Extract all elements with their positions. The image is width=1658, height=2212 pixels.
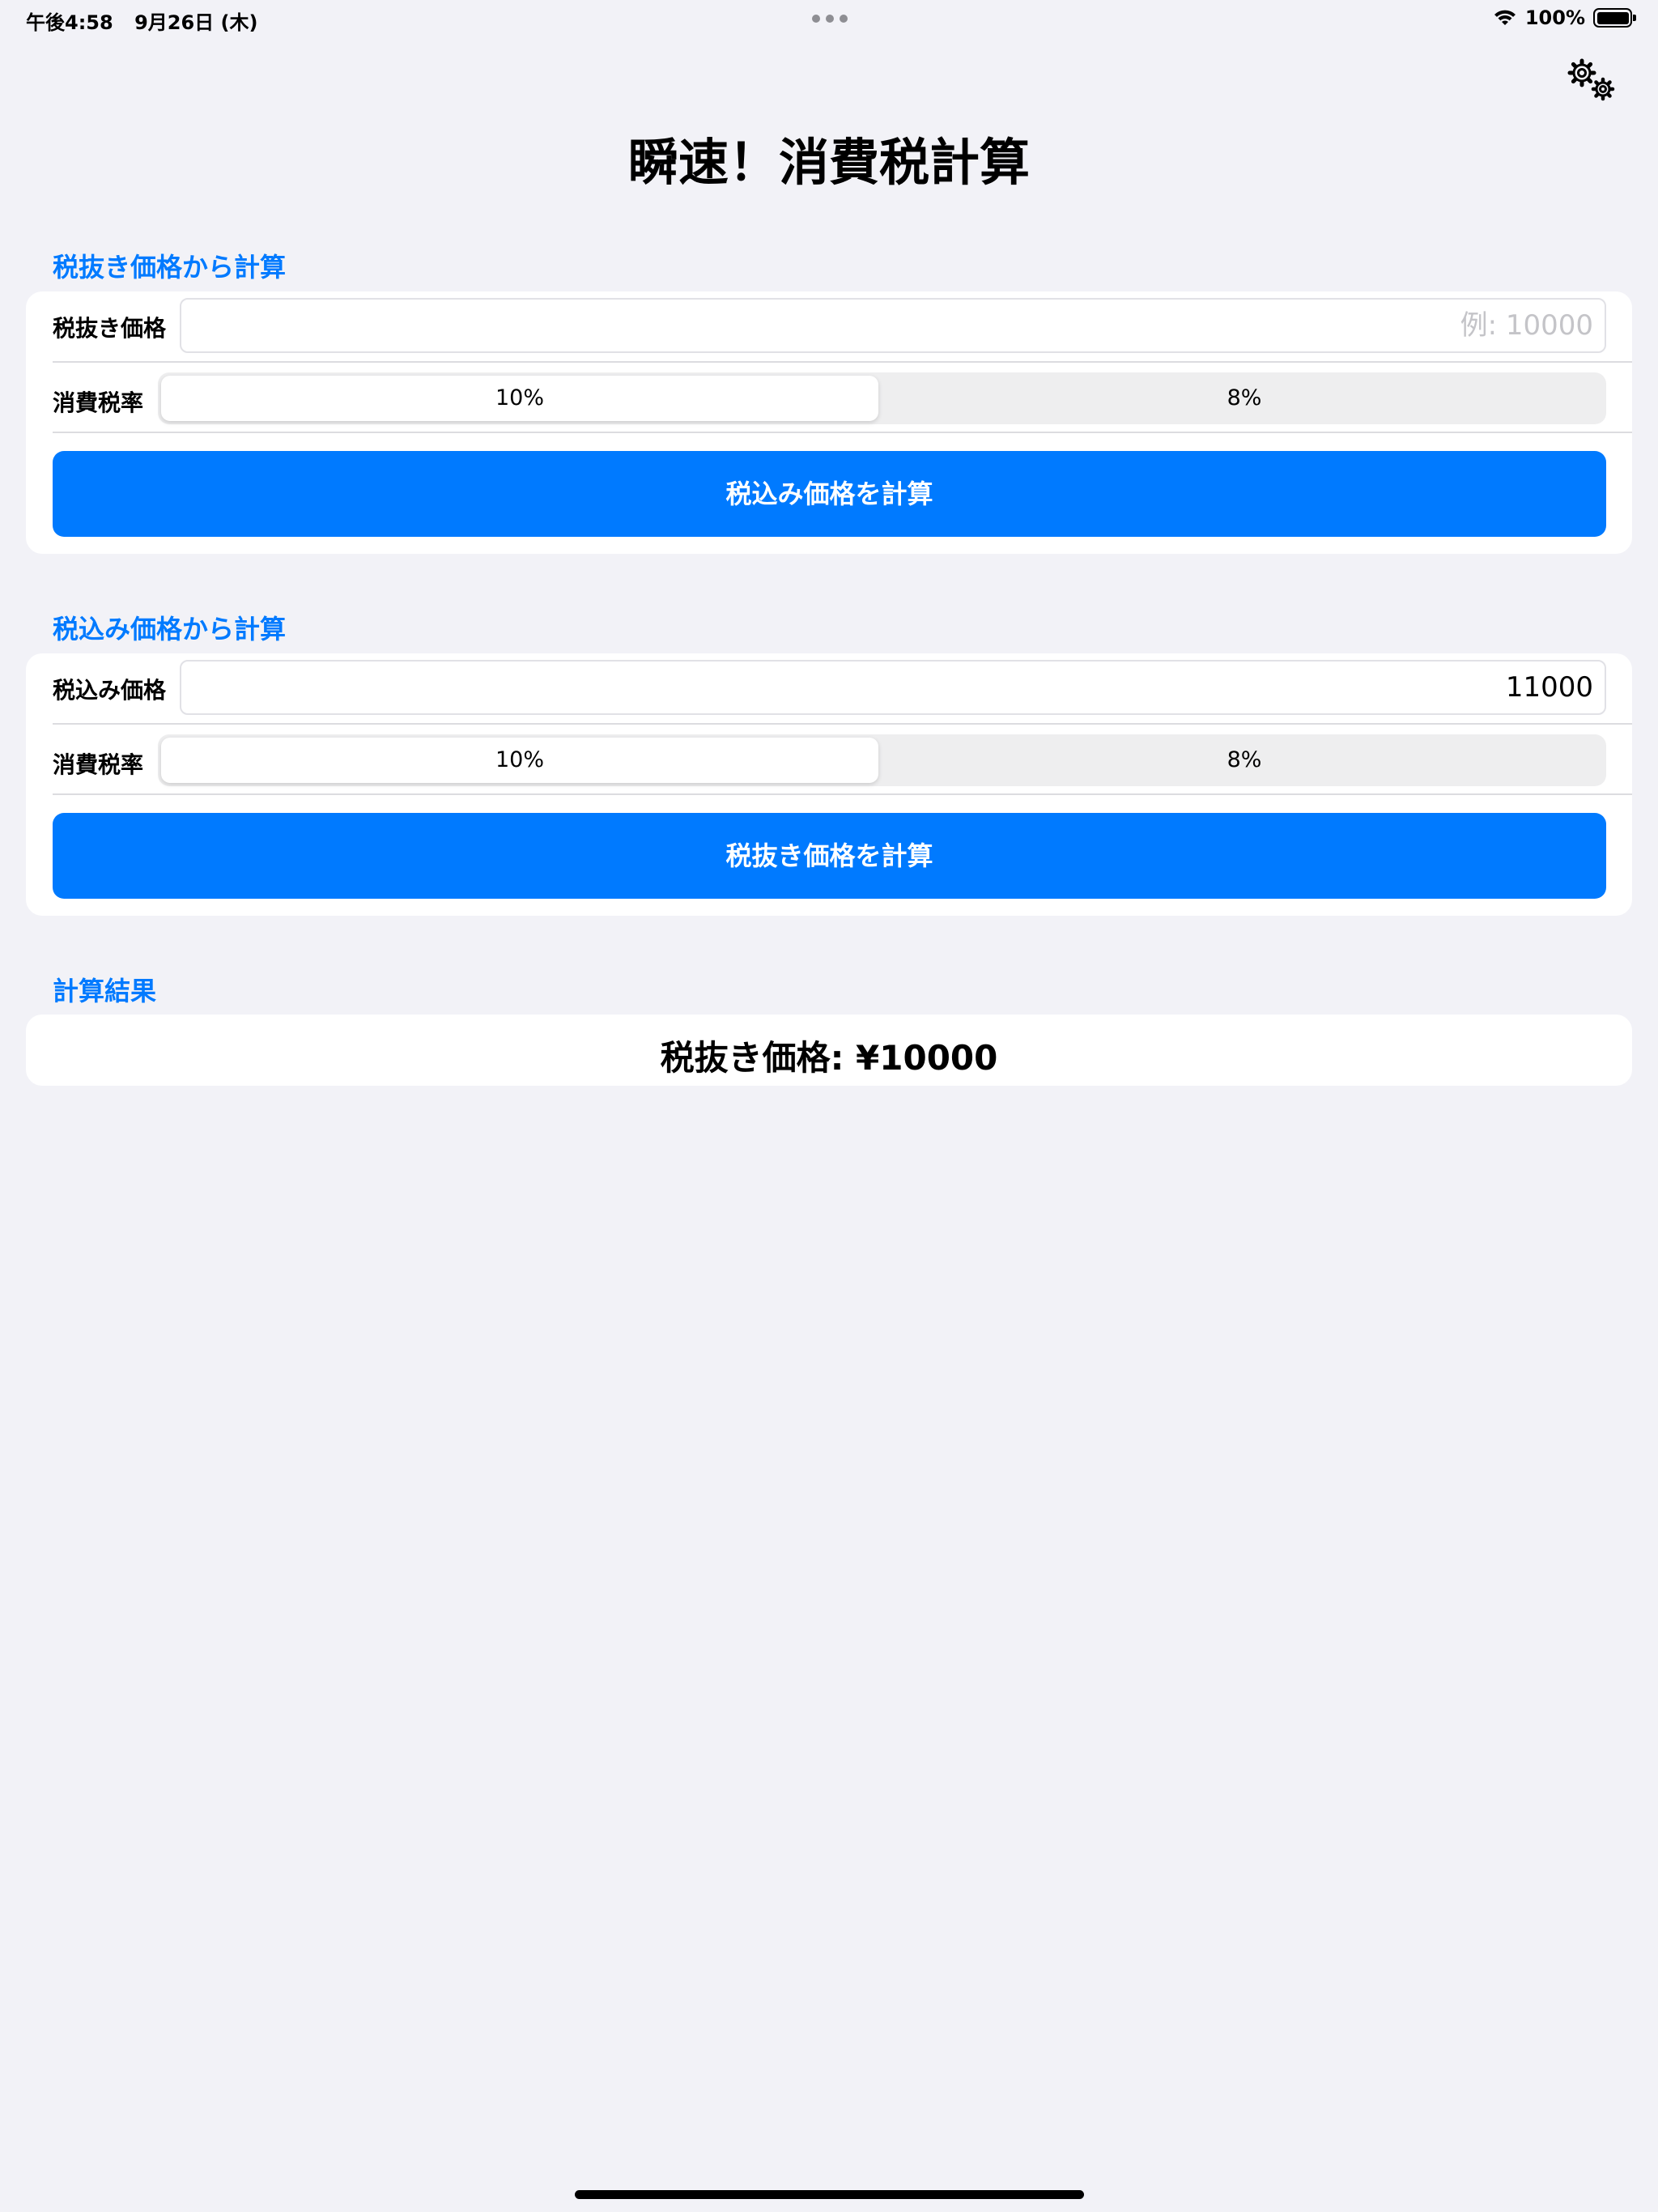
inclusive-price-label: 税込み価格: [53, 677, 167, 704]
page-title: 瞬速！消費税計算: [627, 133, 1030, 192]
row-divider: [53, 723, 1632, 725]
exclusive-rate-option-10[interactable]: 10%: [161, 376, 878, 421]
battery-icon: [1593, 8, 1636, 28]
home-indicator[interactable]: [575, 2190, 1084, 2199]
calc-exclusive-button[interactable]: 税抜き価格を計算: [53, 813, 1606, 899]
exclusive-rate-label: 消費税率: [53, 389, 144, 416]
exclusive-price-input[interactable]: 例: 10000: [180, 298, 1606, 353]
status-bar: 午後4:58 9月26日 (木) 100%: [0, 0, 1658, 39]
row-divider: [53, 432, 1632, 433]
status-time-date: 午後4:58 9月26日 (木): [26, 6, 257, 35]
calc-inclusive-button[interactable]: 税込み価格を計算: [53, 451, 1606, 537]
multitasking-handle[interactable]: [812, 15, 848, 23]
status-time: 午後4:58: [26, 11, 113, 34]
battery-level: [1596, 11, 1629, 24]
inclusive-price-input[interactable]: 11000: [180, 660, 1606, 715]
result-card: 税抜き価格: ¥10000: [26, 1015, 1632, 1086]
section-header-inclusive: 税込み価格から計算: [53, 614, 287, 644]
dot-icon: [826, 15, 834, 23]
exclusive-price-label: 税抜き価格: [53, 315, 167, 342]
section-header-exclusive: 税抜き価格から計算: [53, 252, 287, 283]
exclusive-calc-card: 税抜き価格 例: 10000 消費税率 10% 8% 税込み価格を計算: [26, 291, 1632, 554]
status-date: 9月26日 (木): [134, 11, 258, 34]
result-text: 税抜き価格: ¥10000: [660, 1038, 998, 1078]
section-header-result: 計算結果: [53, 976, 157, 1006]
exclusive-rate-segmented-control[interactable]: 10% 8%: [158, 372, 1606, 424]
settings-button[interactable]: [1561, 53, 1622, 107]
battery-percent: 100%: [1524, 6, 1585, 29]
exclusive-rate-option-8[interactable]: 8%: [886, 376, 1603, 421]
inclusive-rate-segmented-control[interactable]: 10% 8%: [158, 734, 1606, 786]
inclusive-rate-label: 消費税率: [53, 751, 144, 778]
row-divider: [53, 361, 1632, 363]
wifi-icon: [1494, 10, 1516, 25]
inclusive-rate-option-10[interactable]: 10%: [161, 738, 878, 783]
inclusive-rate-option-8[interactable]: 8%: [886, 738, 1603, 783]
dot-icon: [812, 15, 820, 23]
dot-icon: [840, 15, 848, 23]
row-divider: [53, 793, 1632, 795]
inclusive-calc-card: 税込み価格 11000 消費税率 10% 8% 税抜き価格を計算: [26, 653, 1632, 916]
status-indicators: 100%: [1493, 6, 1636, 29]
gears-icon: [1567, 58, 1615, 101]
